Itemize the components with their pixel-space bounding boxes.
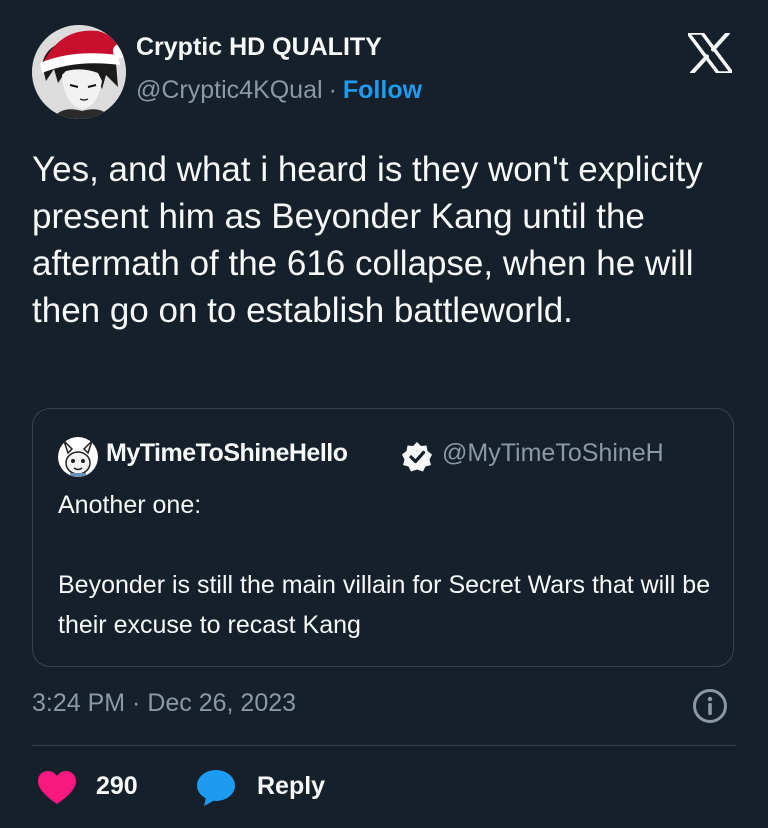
separator-dot: · <box>328 76 337 104</box>
quoted-tweet-text: Another one: Beyonder is still the main … <box>58 491 711 639</box>
author-display-name[interactable]: Cryptic HD QUALITY <box>136 33 382 62</box>
author-avatar[interactable] <box>32 25 126 119</box>
info-icon[interactable] <box>692 688 728 724</box>
quoted-author-avatar[interactable] <box>58 437 98 477</box>
author-handle-row: @Cryptic4KQual · Follow <box>136 76 422 105</box>
divider <box>32 745 736 746</box>
verified-badge-icon <box>400 440 434 474</box>
x-logo-icon[interactable] <box>686 31 734 75</box>
quoted-author-display-name[interactable]: MyTimeToShineHello <box>106 439 348 468</box>
heart-icon[interactable] <box>38 771 76 805</box>
reply-button[interactable]: Reply <box>257 772 325 801</box>
follow-button[interactable]: Follow <box>343 76 422 104</box>
quoted-tweet-card[interactable]: MyTimeToShineHello @MyTimeToShineH Anoth… <box>32 408 734 667</box>
like-count[interactable]: 290 <box>96 772 138 801</box>
quoted-author-handle[interactable]: @MyTimeToShineH <box>442 439 664 468</box>
author-handle[interactable]: @Cryptic4KQual <box>136 76 323 104</box>
tweet-text: Yes, and what i heard is they won't expl… <box>32 150 703 330</box>
speech-bubble-icon[interactable] <box>196 769 236 807</box>
tweet-timestamp[interactable]: 3:24 PM · Dec 26, 2023 <box>32 689 296 718</box>
